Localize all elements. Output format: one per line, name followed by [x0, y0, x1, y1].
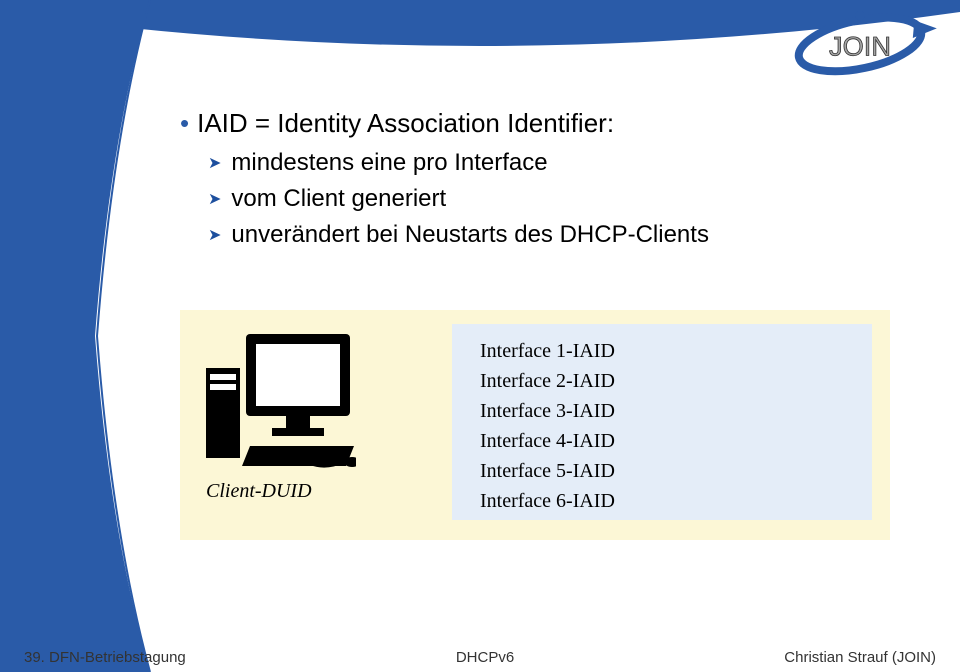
chevron-icon: ➤	[208, 225, 221, 245]
logo-text: JOIN	[829, 31, 891, 62]
slide-footer: 39. DFN-Betriebstagung DHCPv6 Christian …	[24, 649, 936, 666]
interface-item: Interface 2-IAID	[480, 366, 615, 396]
footer-center: DHCPv6	[456, 649, 514, 666]
chevron-icon: ➤	[208, 153, 221, 173]
diagram-panel: Client-DUID Interface 1-IAID Interface 2…	[180, 310, 890, 540]
footer-left: 39. DFN-Betriebstagung	[24, 649, 186, 666]
bullet-text: vom Client generiert	[231, 185, 446, 212]
bullet-text: mindestens eine pro Interface	[231, 149, 547, 176]
bullet-text: IAID = Identity Association Identifier:	[197, 108, 614, 138]
bullet-level2: ➤ unverändert bei Neustarts des DHCP-Clie…	[208, 221, 920, 249]
footer-right: Christian Strauf (JOIN)	[784, 649, 936, 666]
interface-item: Interface 3-IAID	[480, 396, 615, 426]
interface-item: Interface 1-IAID	[480, 336, 615, 366]
interface-item: Interface 6-IAID	[480, 486, 615, 516]
slide: JOIN • IAID = Identity Association Identi…	[0, 0, 960, 672]
bullet-level2: ➤ vom Client generiert	[208, 185, 920, 213]
bullet-level1: • IAID = Identity Association Identifier:	[180, 108, 920, 139]
bullet-text: unverändert bei Neustarts des DHCP-Clien…	[231, 221, 709, 248]
bullet-content: • IAID = Identity Association Identifier:…	[180, 108, 920, 257]
bullet-dot-icon: •	[180, 108, 189, 138]
interface-item: Interface 5-IAID	[480, 456, 615, 486]
computer-icon	[206, 334, 356, 474]
client-duid-label: Client-DUID	[206, 480, 312, 503]
interface-item: Interface 4-IAID	[480, 426, 615, 456]
interface-list: Interface 1-IAID Interface 2-IAID Interf…	[480, 336, 615, 516]
join-logo: JOIN	[780, 6, 940, 86]
chevron-icon: ➤	[208, 189, 221, 209]
bullet-level2: ➤ mindestens eine pro Interface	[208, 149, 920, 177]
